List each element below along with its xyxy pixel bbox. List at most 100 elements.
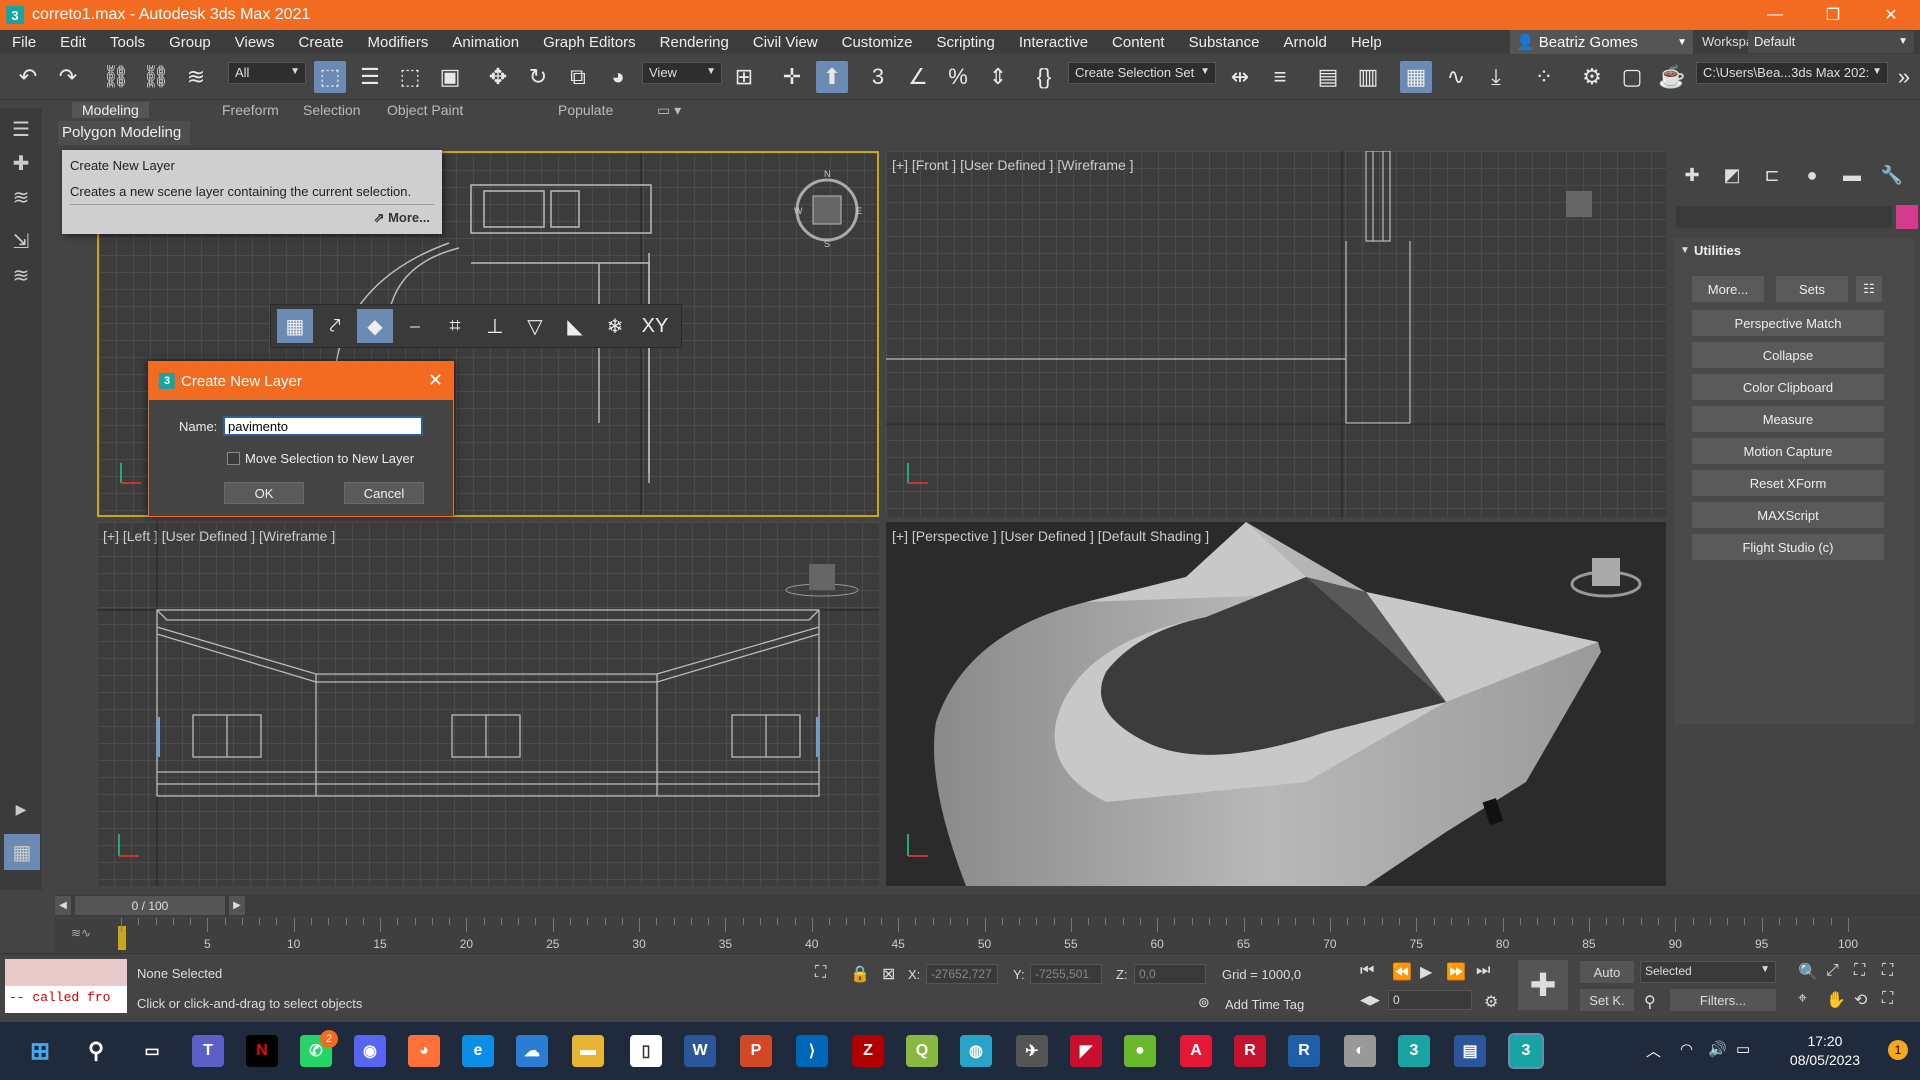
3dsmax-taskbar-icon[interactable]: 3	[1398, 1035, 1430, 1067]
add-time-tag-button[interactable]: Add Time Tag	[1225, 997, 1304, 1012]
display-panel-icon[interactable]: ▬	[1832, 161, 1872, 189]
file-explorer-icon[interactable]: ▬	[572, 1035, 604, 1067]
qgis-icon[interactable]: Q	[906, 1035, 938, 1067]
maximize-button[interactable]: ❐	[1804, 0, 1862, 30]
auto-key-button[interactable]: Auto	[1580, 961, 1634, 983]
set-key-button[interactable]: Set K.	[1580, 989, 1634, 1011]
user-account-menu[interactable]: 👤 Beatriz Gomes ▼	[1510, 30, 1693, 54]
layer-explorer-icon[interactable]: ▥	[1352, 61, 1384, 93]
edit-named-selection-icon[interactable]: {}	[1028, 61, 1060, 93]
curve-editor-toggle-icon[interactable]: ≋∿	[71, 926, 91, 940]
menu-group[interactable]: Group	[157, 34, 223, 51]
word-document-icon[interactable]: ▤	[1454, 1035, 1486, 1067]
zoom-icon[interactable]: 🔍	[1798, 962, 1818, 982]
select-manipulate-icon[interactable]: ✛	[776, 61, 808, 93]
set-key-mode-icon[interactable]: ⚲	[1644, 992, 1656, 1012]
show-hidden-icons-icon[interactable]: ︿	[1646, 1040, 1661, 1061]
left-viewport[interactable]: [+] [Left ] [User Defined ] [Wireframe ]	[97, 522, 879, 886]
minimize-button[interactable]: —	[1746, 0, 1804, 30]
close-button[interactable]: ✕	[1862, 0, 1920, 30]
discord-icon[interactable]: ◉	[354, 1035, 386, 1067]
maximize-viewport-icon[interactable]: ⛶	[1882, 990, 1893, 1008]
track-bar[interactable]: ≋∿ 5 10 15 20 25 30 35 40 45 50 55 60 65 70 75 80 85 90 95…	[55, 918, 1920, 952]
place-icon[interactable]: ◕	[602, 61, 634, 93]
scene-explorer-icon[interactable]: ▤	[1312, 61, 1344, 93]
axis-constraints-snap-icon[interactable]: XY	[637, 309, 673, 343]
key-filters-button[interactable]: Filters...	[1670, 989, 1776, 1011]
layers-icon[interactable]: ≋	[6, 260, 36, 290]
select-object-icon[interactable]: ⬚	[314, 61, 346, 93]
key-mode-toggle-icon[interactable]: ◀▶	[1360, 992, 1380, 1008]
orbit-icon[interactable]: ⟲	[1854, 990, 1867, 1010]
word-icon[interactable]: W	[684, 1035, 716, 1067]
layers-stack-icon[interactable]: ≋	[6, 182, 36, 212]
menu-substance[interactable]: Substance	[1177, 34, 1272, 51]
sets-button[interactable]: Sets	[1776, 276, 1848, 302]
spinner-snap-icon[interactable]: ⇕	[982, 61, 1014, 93]
pan-view-icon[interactable]: ✋	[1826, 990, 1846, 1010]
named-selection-set-dropdown[interactable]: Create Selection Set ▼	[1068, 62, 1216, 84]
grid-points-snap-icon[interactable]: ▦	[277, 309, 313, 343]
object-name-field[interactable]	[1676, 206, 1892, 228]
dope-sheet-icon[interactable]: ⤓	[1480, 61, 1512, 93]
utility-measure-button[interactable]: Measure	[1692, 406, 1884, 432]
taskbar-clock[interactable]: 17:20 08/05/2023	[1790, 1032, 1860, 1070]
workspace-select[interactable]: Default ▼	[1748, 31, 1914, 53]
toggle-ribbon-icon[interactable]: ▦	[1400, 61, 1432, 93]
move-selection-label[interactable]: Move Selection to New Layer	[245, 451, 414, 466]
time-configuration-icon[interactable]: ⚙	[1484, 992, 1498, 1012]
next-frame-icon[interactable]: ▶	[229, 896, 245, 915]
utilities-rollout-title[interactable]: Utilities	[1694, 243, 1741, 258]
utilities-panel-icon[interactable]: 🔧	[1872, 161, 1912, 189]
pivot-center-icon[interactable]: ⊞	[728, 61, 760, 93]
menu-interactive[interactable]: Interactive	[1007, 34, 1100, 51]
menu-modifiers[interactable]: Modifiers	[356, 34, 441, 51]
autocad-icon[interactable]: A	[1180, 1035, 1212, 1067]
revit-icon[interactable]: R	[1234, 1035, 1266, 1067]
link-icon[interactable]: ⛓	[100, 61, 132, 93]
scale-icon[interactable]: ⧉	[562, 61, 594, 93]
sketch-app-icon[interactable]: ●	[1124, 1035, 1156, 1067]
teams-icon[interactable]: T	[192, 1035, 224, 1067]
snaps-toggle-icon[interactable]: 3	[862, 61, 894, 93]
motion-panel-icon[interactable]: ●	[1792, 161, 1832, 189]
more-utilities-button[interactable]: More...	[1692, 276, 1764, 302]
move-icon[interactable]: ✥	[482, 61, 514, 93]
hierarchy-panel-icon[interactable]: ⊏	[1752, 161, 1792, 189]
z-coordinate-field[interactable]: 0,0	[1134, 964, 1206, 984]
render-production-icon[interactable]: ☕	[1656, 61, 1688, 93]
onedrive-icon[interactable]: ☁	[516, 1035, 548, 1067]
utility-perspective-match-button[interactable]: Perspective Match	[1692, 310, 1884, 336]
create-panel-icon[interactable]: ✚	[1672, 161, 1712, 189]
layer-name-input[interactable]	[223, 416, 423, 436]
edge-icon[interactable]: e	[462, 1035, 494, 1067]
object-color-swatch[interactable]	[1896, 205, 1918, 229]
x-coordinate-field[interactable]: -27652,727	[926, 964, 998, 984]
utility-collapse-button[interactable]: Collapse	[1692, 342, 1884, 368]
maxscript-output[interactable]: -- called fro	[5, 986, 127, 1013]
zoom-extents-all-icon[interactable]: ⛶	[1882, 962, 1893, 980]
menu-scripting[interactable]: Scripting	[924, 34, 1006, 51]
revit-viewer-icon[interactable]: R	[1288, 1035, 1320, 1067]
create-new-layer-icon[interactable]: ✚	[6, 148, 36, 178]
menu-animation[interactable]: Animation	[440, 34, 531, 51]
pivot-snap-icon[interactable]: ⤤	[317, 309, 353, 343]
menu-edit[interactable]: Edit	[48, 34, 98, 51]
perspective-viewport[interactable]: [+] [Perspective ] [User Defined ] [Defa…	[886, 522, 1666, 886]
layer-icon[interactable]: ☰	[6, 114, 36, 144]
dialog-close-icon[interactable]: ✕	[428, 370, 443, 391]
tab-selection[interactable]: Selection	[303, 102, 361, 118]
select-by-name-icon[interactable]: ☰	[354, 61, 386, 93]
mirror-icon[interactable]: ⇹	[1224, 61, 1256, 93]
time-slider-handle[interactable]: 0 / 100	[75, 896, 225, 915]
task-view-icon[interactable]: ▭	[136, 1035, 168, 1067]
rollout-collapse-icon[interactable]: ▼	[1680, 245, 1690, 256]
bind-space-warp-icon[interactable]: ≋	[180, 61, 212, 93]
previous-key-icon[interactable]: ⏪	[1392, 962, 1412, 982]
maxscript-input[interactable]	[5, 959, 127, 986]
schematic-view-icon[interactable]: ⁘	[1528, 61, 1560, 93]
y-coordinate-field[interactable]: -7255,501	[1030, 964, 1102, 984]
configure-button-sets-icon[interactable]: ☷	[1856, 276, 1882, 302]
windows-start-icon[interactable]: ⊞	[24, 1035, 56, 1067]
menu-file[interactable]: File	[0, 34, 48, 51]
